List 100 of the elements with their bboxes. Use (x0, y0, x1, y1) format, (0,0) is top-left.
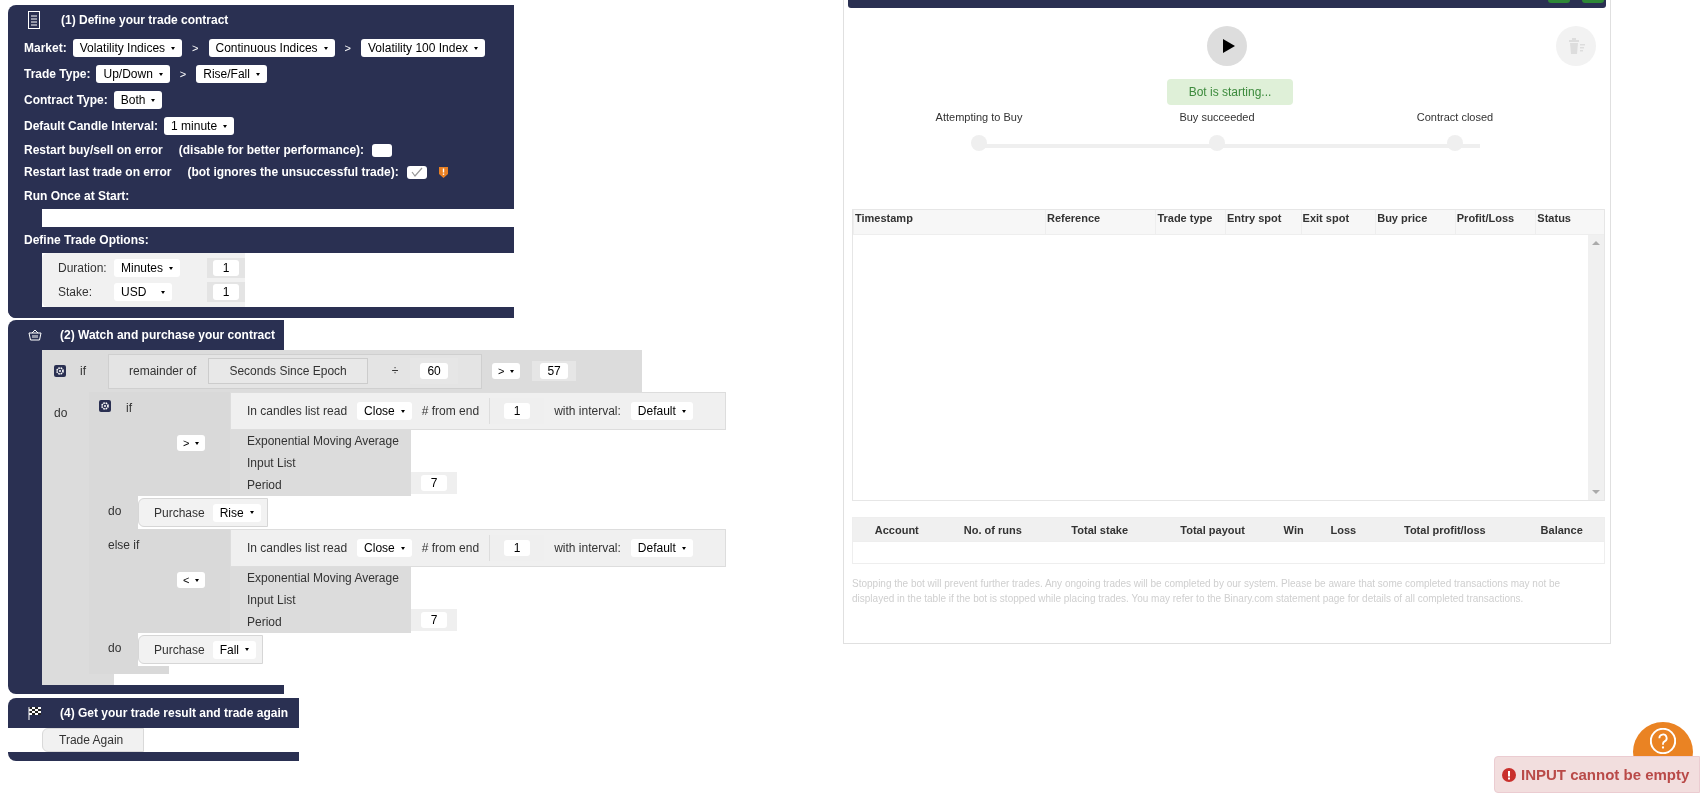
block-label: # from end (421, 404, 480, 418)
block-label: with interval: (554, 404, 621, 418)
column-header: Trade type (1155, 210, 1225, 234)
caret-icon (249, 511, 254, 514)
number-field[interactable]: 7 (421, 475, 447, 491)
dropdown[interactable]: Continuous Indices (208, 39, 335, 57)
caret-icon (255, 72, 260, 76)
dropdown[interactable]: > (492, 363, 521, 379)
caret-icon (400, 409, 405, 413)
dropdown[interactable]: Rise (212, 503, 261, 522)
block-label: Period (247, 478, 283, 492)
help-icon (1650, 728, 1676, 754)
column-header: Buy price (1375, 210, 1455, 234)
dropdown[interactable]: 1 minute (164, 117, 235, 135)
column-header: Profit/Loss (1454, 210, 1536, 234)
checkbox[interactable] (372, 143, 393, 157)
block-label: # from end (421, 541, 480, 555)
dropdown[interactable]: < (177, 572, 206, 588)
dropdown[interactable]: Volatility Indices (72, 39, 183, 57)
column-header: Total payout (1179, 523, 1246, 536)
keyword-label: if (126, 401, 132, 415)
block-label: Input List (247, 456, 297, 470)
column-header: Status (1535, 210, 1604, 234)
keyword-label: do (54, 406, 69, 420)
block-label: In candles list read (247, 541, 348, 555)
column-header: Entry spot (1225, 210, 1301, 234)
number-field[interactable]: 1 (213, 260, 239, 276)
dropdown[interactable]: Minutes (114, 259, 181, 277)
caret-icon (400, 546, 405, 550)
play-button[interactable] (1207, 26, 1247, 66)
dropdown[interactable]: Close (357, 539, 412, 557)
field-label: Run Once at Start: (24, 189, 130, 203)
block-title: (1) Define your trade contract (61, 13, 229, 27)
column-header: Total profit/loss (1403, 523, 1487, 536)
number-field[interactable]: 7 (421, 612, 447, 628)
error-icon (1502, 767, 1516, 782)
field-hint: (bot ignores the unsuccessful trade): (187, 165, 399, 179)
block-label: Purchase (154, 642, 205, 657)
column-header: Reference (1044, 210, 1156, 234)
keyword-label: else if (108, 538, 140, 552)
column-header: No. of runs (962, 523, 1023, 536)
block-label: Period (247, 615, 283, 629)
warning-icon[interactable] (438, 166, 448, 178)
error-message: INPUT cannot be empty (1521, 766, 1690, 783)
column-header: Total stake (1070, 523, 1129, 536)
dropdown[interactable]: Up/Down (96, 65, 170, 83)
status-badge: Bot is starting... (1166, 79, 1294, 105)
column-header: Balance (1539, 523, 1584, 536)
checkbox[interactable] (406, 165, 427, 179)
field-label: Stake: (58, 285, 94, 299)
field-hint: (disable for better performance): (178, 143, 365, 157)
field-label: Default Candle Interval: (24, 119, 159, 133)
number-field[interactable]: 1 (504, 540, 531, 556)
block-label: remainder of (129, 364, 197, 378)
dropdown[interactable]: Default (630, 402, 693, 420)
dropdown[interactable]: Fall (212, 640, 257, 659)
number-field[interactable]: 57 (540, 363, 568, 379)
block-label: Input List (247, 593, 297, 607)
step-label: Contract closed (1416, 111, 1494, 123)
field-label: Define Trade Options: (24, 233, 149, 247)
field-label: Contract Type: (24, 93, 108, 107)
basket-icon (28, 329, 42, 341)
column-header: Timestamp (853, 210, 1045, 234)
dropdown[interactable]: Both (113, 91, 163, 109)
gear-icon[interactable] (99, 400, 111, 412)
caret-icon (681, 409, 686, 413)
field-label: Restart last trade on error (24, 165, 172, 179)
column-header: Exit spot (1300, 210, 1376, 234)
document-icon (28, 11, 40, 29)
caret-icon (151, 98, 156, 102)
block-title: (4) Get your trade result and trade again (60, 706, 289, 720)
field-label: Duration: (58, 261, 108, 275)
caret-icon (323, 46, 328, 50)
number-field[interactable]: 1 (504, 403, 531, 419)
field-label: Market: (24, 41, 67, 55)
block-label: with interval: (554, 541, 621, 555)
dropdown[interactable]: Rise/Fall (196, 65, 267, 83)
block-title: (2) Watch and purchase your contract (60, 328, 275, 342)
seconds-since-epoch-block: Seconds Since Epoch (208, 358, 368, 384)
separator: > (343, 42, 353, 54)
dropdown[interactable]: Close (357, 402, 412, 420)
caret-icon (158, 72, 163, 76)
field-label: Trade Type: (24, 67, 91, 81)
number-field[interactable]: 60 (420, 363, 448, 379)
gear-icon[interactable] (54, 365, 66, 377)
number-field[interactable]: 1 (213, 284, 239, 300)
separator: > (178, 68, 188, 80)
caret-icon (161, 290, 165, 294)
dropdown[interactable]: Volatility 100 Index (361, 39, 486, 57)
keyword-label: do (108, 641, 122, 655)
keyword-label: do (108, 504, 122, 518)
dropdown[interactable]: Default (630, 539, 693, 557)
caret-icon (510, 369, 515, 373)
operator-label: ÷ (391, 364, 399, 378)
trade-again-block: Trade Again (42, 728, 145, 752)
caret-icon (195, 578, 200, 582)
scrollbar[interactable] (1588, 235, 1604, 500)
column-header: Loss (1329, 523, 1358, 536)
dropdown[interactable]: > (177, 435, 206, 451)
dropdown[interactable]: USD (114, 283, 172, 301)
